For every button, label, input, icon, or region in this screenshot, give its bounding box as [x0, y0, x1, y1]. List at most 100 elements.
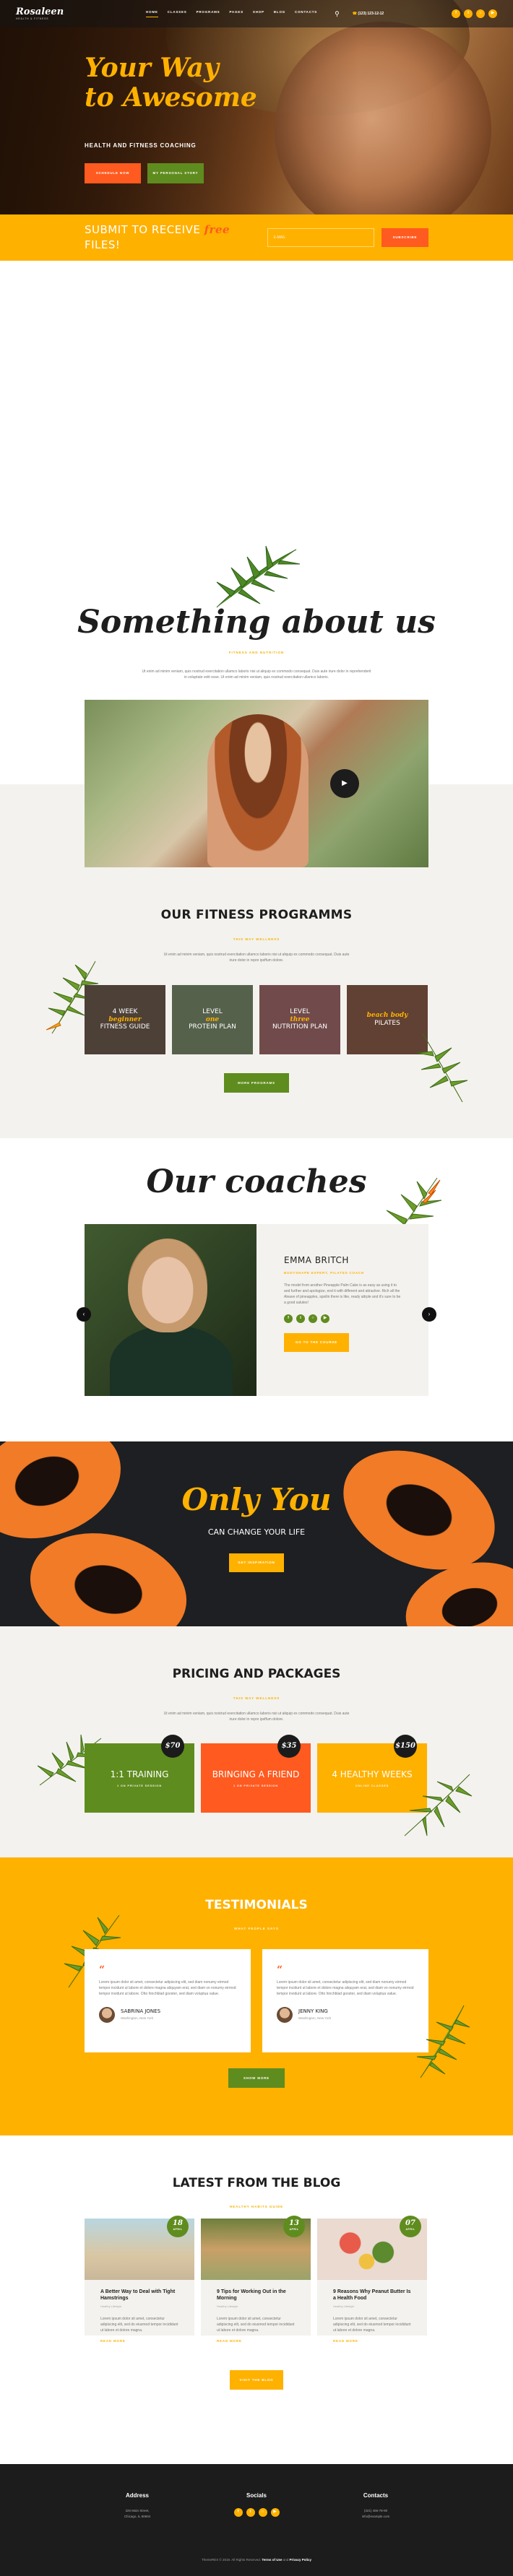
avatar	[99, 2007, 115, 2023]
testimonial-cards: “ Lorem ipsum dolor sit amet, consectetu…	[85, 1949, 428, 2052]
post-title[interactable]: A Better Way to Deal with Tight Hamstrin…	[100, 2289, 178, 2302]
email-field[interactable]	[267, 228, 374, 247]
testimonial-author: JENNY KING	[298, 2008, 328, 2014]
youtube-icon[interactable]: ▶	[270, 2508, 280, 2518]
blog-post-card[interactable]: 18 APRIL A Better Way to Deal with Tight …	[85, 2216, 194, 2343]
instagram-icon[interactable]: ○	[476, 9, 485, 18]
blog-title: LATEST FROM THE BLOG	[172, 2176, 341, 2190]
testimonial-card: “ Lorem ipsum dolor sit amet, consectetu…	[262, 1949, 428, 2052]
subscribe-button[interactable]: SUBSCRIBE	[381, 228, 428, 247]
terms-link[interactable]: Terms of Use	[262, 2558, 282, 2562]
post-excerpt: Lorem ipsum dolor sit amet, consectetur …	[100, 2317, 178, 2333]
youtube-icon[interactable]: ▶	[488, 9, 497, 18]
twitter-icon[interactable]: t	[246, 2508, 255, 2518]
post-date-badge: 18 APRIL	[167, 2216, 189, 2237]
facebook-icon[interactable]: f	[233, 2508, 243, 2518]
coach-info-card: EMMA BRITCH BODYSHAPE EXPERT, PILATES CO…	[256, 1224, 428, 1396]
nav-item-programs[interactable]: PROGRAMS	[197, 10, 220, 17]
testimonial-text: Lorem ipsum dolor sit amet, consectetur …	[99, 1980, 236, 1996]
promo-section: Only You CAN CHANGE YOUR LIFE GET INSPIR…	[0, 1441, 513, 1626]
programs-text: Ut enim ad minim veniam, quis nostrud ex…	[163, 953, 350, 963]
nav-item-pages[interactable]: PAGES	[229, 10, 243, 17]
price-badge: $70	[161, 1735, 184, 1758]
nav-item-home[interactable]: HOME	[146, 10, 158, 17]
header-phone[interactable]: ☎ (123) 123-12-12	[353, 12, 384, 17]
twitter-icon[interactable]: t	[296, 1314, 305, 1324]
about-subtitle: FITNESS AND NUTRITION	[228, 651, 285, 654]
play-icon[interactable]: ▶	[330, 769, 359, 798]
get-inspiration-button[interactable]: GET INSPIRATION	[229, 1553, 284, 1572]
program-card[interactable]: LEVEL three NUTRITION PLAN	[259, 985, 340, 1054]
coach-role: BODYSHAPE EXPERT, PILATES COACH	[284, 1270, 364, 1275]
twitter-icon[interactable]: t	[464, 9, 473, 18]
footer-email[interactable]: info@example.com	[362, 2515, 390, 2518]
nav-item-blog[interactable]: BLOG	[274, 10, 285, 17]
program-card[interactable]: LEVEL one PROTEIN PLAN	[172, 985, 253, 1054]
footer-phone[interactable]: (321) 456-78-90	[364, 2509, 387, 2512]
visit-blog-button[interactable]: VISIT THE BLOG	[230, 2370, 283, 2390]
coach-photo	[85, 1224, 256, 1396]
leaf-decoration-right	[416, 2005, 470, 2078]
avatar	[277, 2007, 293, 2023]
about-text: Ut enim ad minim veniam, quis nostrud ex…	[142, 669, 371, 680]
pricing-card[interactable]: $70 1:1 TRAINING 1 ON PRIVATE SESSION	[85, 1735, 194, 1813]
facebook-icon[interactable]: f	[284, 1314, 293, 1324]
nav-item-contacts[interactable]: CONTACTS	[295, 10, 317, 17]
promo-subtitle: CAN CHANGE YOUR LIFE	[207, 1527, 306, 1537]
testimonial-author: SABRINA JONES	[121, 2008, 161, 2014]
coaches-section: Our coaches EMMA BRITCH BODYSHAPE EXPERT…	[0, 1138, 513, 1441]
post-category: Healthy Lifestyle	[100, 2304, 122, 2308]
coach-name: EMMA BRITCH	[284, 1255, 349, 1265]
post-title[interactable]: 9 Reasons Why Peanut Butter Is a Health …	[333, 2289, 411, 2302]
schedule-now-button[interactable]: SCHEDULE NOW	[85, 163, 141, 183]
nav-item-shop[interactable]: SHOP	[253, 10, 264, 17]
nav-item-classes[interactable]: CLASSES	[168, 10, 187, 17]
prev-arrow-icon[interactable]: ‹	[77, 1307, 91, 1322]
blog-post-card[interactable]: 13 APRIL 9 Tips for Working Out in the Mo…	[201, 2216, 311, 2343]
next-arrow-icon[interactable]: ›	[422, 1307, 436, 1322]
read-more-link[interactable]: READ MORE	[100, 2339, 178, 2343]
programs-title: OUR FITNESS PROGRAMMS	[160, 908, 353, 922]
go-to-course-button[interactable]: GO TO THE COURSE	[284, 1333, 349, 1353]
hero-section: Rosaleen HEALTH & FITNESS HOME CLASSES P…	[0, 0, 513, 214]
pricing-cards: $70 1:1 TRAINING 1 ON PRIVATE SESSION $3…	[85, 1735, 427, 1813]
facebook-icon[interactable]: f	[452, 9, 460, 18]
testimonial-card: “ Lorem ipsum dolor sit amet, consectetu…	[85, 1949, 251, 2052]
hero-tagline: HEALTH AND FITNESS COACHING	[85, 142, 197, 149]
post-excerpt: Lorem ipsum dolor sit amet, consectetur …	[333, 2317, 411, 2333]
show-more-button[interactable]: SHOW MORE	[228, 2068, 285, 2088]
more-programs-button[interactable]: MORE PROGRAMS	[224, 1073, 289, 1093]
main-nav: HOME CLASSES PROGRAMS PAGES SHOP BLOG CO…	[146, 10, 317, 17]
price-badge: $35	[277, 1735, 301, 1758]
program-card[interactable]: 4 WEEK beginner FITNESS GUIDE	[85, 985, 165, 1054]
read-more-link[interactable]: READ MORE	[217, 2339, 295, 2343]
leaf-decoration-right	[404, 1774, 473, 1836]
testimonials-section: TESTIMONIALS WHAT PEOPLE SAYS “ Lorem ip…	[0, 1857, 513, 2135]
top-navigation-bar: Rosaleen HEALTH & FITNESS HOME CLASSES P…	[0, 0, 513, 27]
footer: Address 325 Main Street, Chicago, IL 6060…	[0, 2464, 513, 2576]
instagram-icon[interactable]: ○	[309, 1314, 317, 1324]
testimonial-location: Washington, New York	[121, 2016, 154, 2020]
pricing-card[interactable]: $35 BRINGING A FRIEND 1 ON PRIVATE SESSI…	[201, 1735, 311, 1813]
blog-post-card[interactable]: 07 APRIL 9 Reasons Why Peanut Butter Is a…	[317, 2216, 427, 2343]
read-more-link[interactable]: READ MORE	[333, 2339, 411, 2343]
personal-story-button[interactable]: MY PERSONAL STORY	[147, 163, 204, 183]
logo[interactable]: Rosaleen HEALTH & FITNESS	[16, 7, 132, 21]
pricing-text: Ut enim ad minim veniam, quis nostrud ex…	[163, 1712, 350, 1722]
promo-title: Only You	[181, 1482, 332, 1517]
search-icon[interactable]: ⚲	[335, 9, 340, 19]
privacy-link[interactable]: Privacy Policy	[290, 2558, 312, 2562]
coach-bio: The model from another Pineapple Palm Ca…	[284, 1283, 401, 1306]
about-title: Something about us	[77, 604, 436, 641]
instagram-icon[interactable]: ○	[258, 2508, 267, 2518]
youtube-icon[interactable]: ▶	[321, 1314, 329, 1324]
about-video[interactable]: ▶	[85, 700, 428, 867]
testimonial-location: Washington, New York	[298, 2016, 332, 2020]
quote-icon: “	[277, 1964, 283, 1976]
post-title[interactable]: 9 Tips for Working Out in the Morning	[217, 2289, 295, 2302]
pricing-subtitle: THIS WAY WELLNESS	[233, 1696, 280, 1700]
post-image: 18 APRIL	[85, 2216, 194, 2280]
coach-socials: f t ○ ▶	[284, 1314, 401, 1324]
pricing-title: PRICING AND PACKAGES	[172, 1667, 341, 1681]
quote-icon: “	[99, 1964, 105, 1976]
